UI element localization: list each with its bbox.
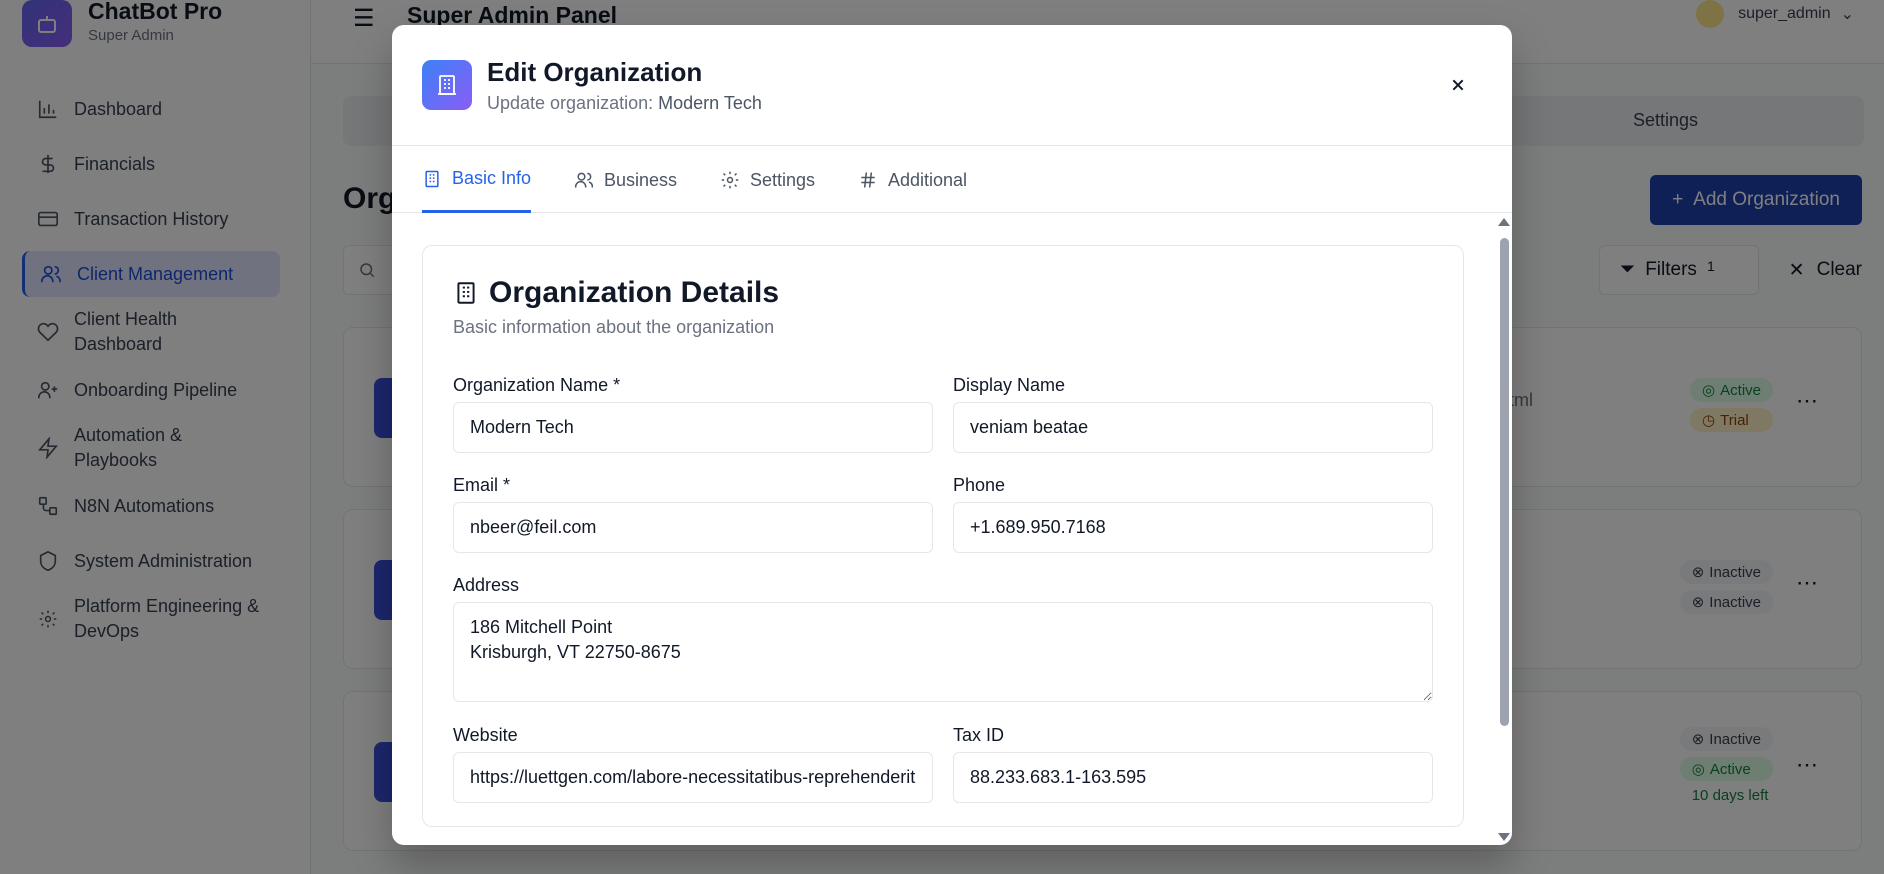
- org-name-field: Organization Name *: [453, 375, 933, 453]
- tab-label: Additional: [888, 169, 968, 190]
- phone-field: Phone: [953, 475, 1433, 553]
- website-field: Website: [453, 725, 933, 803]
- modal-title: Edit Organization: [487, 57, 703, 87]
- close-button[interactable]: [1446, 73, 1470, 97]
- building-icon: [422, 60, 472, 110]
- hash-icon: [858, 170, 878, 190]
- address-label: Address: [453, 575, 520, 595]
- modal-subtitle: Update organization: Modern Tech: [487, 93, 762, 113]
- scroll-down-arrow[interactable]: [1498, 833, 1510, 841]
- tab-settings[interactable]: Settings: [720, 147, 815, 213]
- tax-id-field: Tax ID: [953, 725, 1433, 803]
- tab-label: Business: [604, 169, 678, 190]
- display-name-field: Display Name: [953, 375, 1433, 453]
- users-icon: [574, 170, 594, 190]
- tax-id-label: Tax ID: [953, 725, 1005, 745]
- scroll-thumb[interactable]: [1500, 238, 1509, 726]
- website-label: Website: [453, 725, 518, 745]
- org-name-input[interactable]: [453, 402, 933, 453]
- website-input[interactable]: [453, 752, 933, 803]
- close-icon: [1452, 79, 1464, 91]
- tab-basic-info[interactable]: Basic Info: [422, 147, 532, 213]
- phone-input[interactable]: [953, 502, 1433, 553]
- email-field: Email *: [453, 475, 933, 553]
- modal-body: Organization Details Basic information a…: [392, 214, 1512, 845]
- building-icon: [453, 280, 479, 306]
- organization-details-card: Organization Details Basic information a…: [422, 245, 1464, 827]
- scroll-up-arrow[interactable]: [1498, 218, 1510, 226]
- section-description: Basic information about the organization: [453, 317, 775, 337]
- phone-label: Phone: [953, 475, 1006, 495]
- tab-additional[interactable]: Additional: [858, 147, 967, 213]
- gear-icon: [720, 170, 740, 190]
- organization-name: Modern Tech: [658, 93, 762, 113]
- tab-label: Basic Info: [452, 168, 532, 188]
- modal-header: Edit Organization Update organization: M…: [392, 25, 1512, 146]
- building-icon: [422, 169, 442, 189]
- org-name-label: Organization Name *: [453, 375, 621, 395]
- address-textarea[interactable]: 186 Mitchell Point Krisburgh, VT 22750-8…: [453, 602, 1433, 702]
- edit-organization-modal: Edit Organization Update organization: M…: [392, 25, 1512, 845]
- address-field: Address 186 Mitchell Point Krisburgh, VT…: [453, 575, 1433, 707]
- email-input[interactable]: [453, 502, 933, 553]
- email-label: Email *: [453, 475, 511, 495]
- scrollbar[interactable]: [1498, 214, 1512, 845]
- display-name-input[interactable]: [953, 402, 1433, 453]
- section-title: Organization Details: [453, 276, 779, 310]
- section-title-text: Organization Details: [489, 276, 780, 309]
- tab-label: Settings: [750, 169, 816, 190]
- display-name-label: Display Name: [953, 375, 1066, 395]
- tab-business[interactable]: Business: [574, 147, 677, 213]
- modal-tabs: Basic Info Business Settings Additional: [392, 147, 1512, 213]
- tax-id-input[interactable]: [953, 752, 1433, 803]
